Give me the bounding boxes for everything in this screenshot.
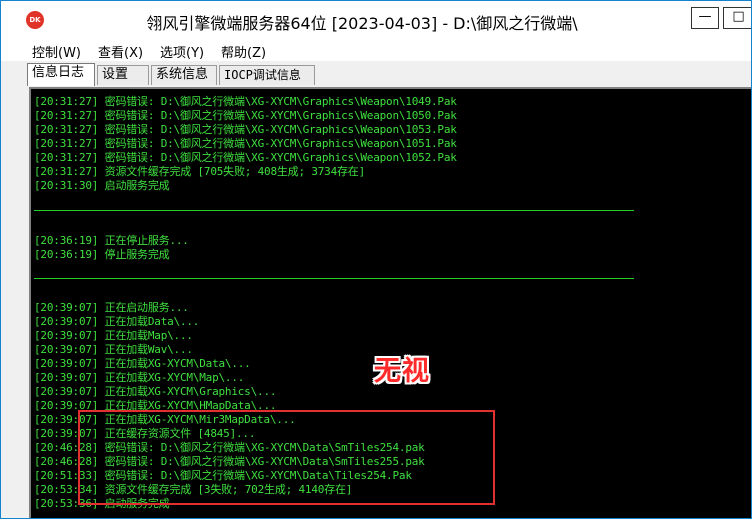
minimize-button[interactable]: —: [691, 7, 719, 29]
window-title: 翎风引擎微端服务器64位 [2023-04-03] - D:\御风之行微端\: [146, 14, 578, 33]
tab-bar: 信息日志 设置 系统信息 IOCP调试信息: [1, 61, 751, 87]
tab-settings[interactable]: 设置: [97, 65, 149, 85]
menu-options[interactable]: 选项(Y): [160, 42, 204, 61]
log-line: [20:39:07] 正在启动服务...: [34, 301, 189, 314]
log-line: [20:39:07] 正在加载XG-XYCM\Data\...: [34, 357, 251, 370]
log-panel[interactable]: [20:31:27] 密码错误: D:\御风之行微端\XG-XYCM\Graph…: [29, 87, 751, 518]
log-line: [20:31:27] 密码错误: D:\御风之行微端\XG-XYCM\Graph…: [34, 95, 457, 108]
log-line: [20:31:27] 密码错误: D:\御风之行微端\XG-XYCM\Graph…: [34, 137, 457, 150]
main-window: DK 翎风引擎微端服务器64位 [2023-04-03] - D:\御风之行微端…: [0, 0, 752, 519]
menu-control[interactable]: 控制(W): [32, 42, 81, 61]
log-separator: [34, 210, 634, 211]
log-line: [20:39:07] 正在加载Wav\...: [34, 343, 193, 356]
annotation-label: 无视: [374, 356, 430, 387]
log-line: [20:39:07] 正在加载Map\...: [34, 329, 193, 342]
tab-info-log[interactable]: 信息日志: [27, 63, 95, 86]
log-separator: [34, 278, 634, 279]
menu-help[interactable]: 帮助(Z): [221, 42, 266, 61]
annotation-highlight-box: [78, 410, 495, 505]
log-line: [20:31:27] 资源文件缓存完成 [705失败; 408生成; 3734存…: [34, 165, 366, 178]
log-line: [20:31:27] 密码错误: D:\御风之行微端\XG-XYCM\Graph…: [34, 123, 457, 136]
log-line: [20:36:19] 停止服务完成: [34, 248, 170, 261]
log-line: [20:39:07] 正在加载Data\...: [34, 315, 200, 328]
title-bar[interactable]: DK 翎风引擎微端服务器64位 [2023-04-03] - D:\御风之行微端…: [1, 1, 751, 39]
log-line: [20:31:27] 密码错误: D:\御风之行微端\XG-XYCM\Graph…: [34, 151, 457, 164]
log-line: [20:39:07] 正在加载XG-XYCM\Graphics\...: [34, 385, 277, 398]
tab-system-info[interactable]: 系统信息: [151, 65, 217, 85]
maximize-button[interactable]: □: [723, 7, 751, 29]
tab-iocp-debug[interactable]: IOCP调试信息: [219, 65, 315, 85]
menu-bar: 控制(W) 查看(X) 选项(Y) 帮助(Z): [1, 39, 751, 61]
log-line: [20:31:30] 启动服务完成: [34, 179, 170, 192]
log-line: [20:31:27] 密码错误: D:\御风之行微端\XG-XYCM\Graph…: [34, 109, 457, 122]
log-line: [20:39:07] 正在加载XG-XYCM\Map\...: [34, 371, 245, 384]
menu-view[interactable]: 查看(X): [98, 42, 143, 61]
log-line: [20:36:19] 正在停止服务...: [34, 234, 189, 247]
